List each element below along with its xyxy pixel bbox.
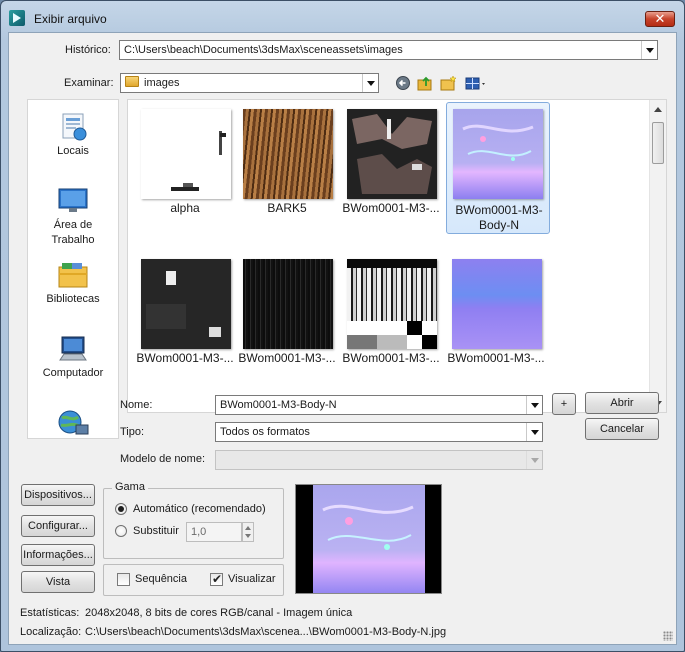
view-menu-icon[interactable] <box>465 75 489 91</box>
thumbnail-image <box>243 109 333 199</box>
name-pattern-label: Modelo de nome: <box>120 453 205 465</box>
location-label: Localização: <box>20 626 82 638</box>
place-label: Computador <box>42 367 104 379</box>
history-path: C:\Users\beach\Documents\3dsMax\sceneass… <box>124 44 403 56</box>
thumbnail-image <box>347 259 437 349</box>
file-tile-alpha[interactable]: alpha <box>133 100 237 232</box>
preview-label: Visualizar <box>228 573 276 585</box>
file-tile-bwom-5[interactable]: BWom0001-M3-... <box>444 250 548 382</box>
sequence-checkbox[interactable] <box>117 573 130 586</box>
new-folder-icon[interactable] <box>440 75 458 91</box>
browse-dropdown-arrow-icon[interactable] <box>362 74 378 92</box>
file-caption: BWom0001-M3-... <box>342 201 440 215</box>
browse-label: Examinar: <box>64 77 114 89</box>
desktop-icon <box>56 186 90 216</box>
place-label: Locais <box>57 145 89 157</box>
scroll-up-arrow-icon[interactable] <box>654 107 662 112</box>
gamma-group-title: Gama <box>112 481 148 493</box>
file-caption: BARK5 <box>267 201 307 215</box>
gamma-value-spinner-input[interactable]: 1,0 <box>186 522 242 542</box>
stats-value: 2048x2048, 8 bits de cores RGB/canal - I… <box>85 607 353 619</box>
filename-value: BWom0001-M3-Body-N <box>220 399 337 411</box>
setup-button[interactable]: Configurar... <box>21 515 95 537</box>
thumbnail-image <box>243 259 333 349</box>
file-caption: BWom0001-M3-... <box>238 351 336 365</box>
close-button[interactable]: ✕ <box>645 11 675 27</box>
file-tile-bwom-1[interactable]: BWom0001-M3-... <box>339 100 443 232</box>
gamma-override-label: Substituir <box>133 525 179 537</box>
open-button[interactable]: Abrir <box>585 392 659 414</box>
file-thumbnail-list[interactable]: alpha BARK5 BWom0001-M3-... BWom0001-M3-… <box>127 99 667 413</box>
browse-folder-combobox[interactable]: images <box>120 73 379 93</box>
folder-icon <box>125 76 139 87</box>
file-tile-bwom-body-n[interactable]: BWom0001-M3-Body-N <box>446 102 550 234</box>
place-desktop[interactable]: Área de Trabalho <box>28 186 118 248</box>
file-type-dropdown-arrow-icon[interactable] <box>526 423 542 441</box>
gamma-auto-label: Automático (recomendado) <box>133 503 266 515</box>
file-tile-bwom-4[interactable]: BWom0001-M3-... <box>339 250 443 382</box>
name-pattern-combobox <box>215 450 543 470</box>
location-value: C:\Users\beach\Documents\3dsMax\scenea..… <box>85 626 447 638</box>
gamma-auto-radio[interactable] <box>115 503 127 515</box>
up-folder-icon[interactable] <box>417 75 435 91</box>
thumbnail-image <box>141 109 231 199</box>
dialog-client-area: Histórico: C:\Users\beach\Documents\3dsM… <box>8 32 677 645</box>
file-caption: BWom0001-M3-... <box>447 351 545 365</box>
gamma-override-radio[interactable] <box>115 525 127 537</box>
thumbnail-image <box>141 259 231 349</box>
file-caption: BWom0001-M3-... <box>342 351 440 365</box>
devices-button[interactable]: Dispositivos... <box>21 484 95 506</box>
info-button[interactable]: Informações... <box>21 544 95 566</box>
preview-checkbox[interactable] <box>210 572 223 586</box>
filename-dropdown-arrow-icon[interactable] <box>526 396 542 414</box>
history-dropdown-arrow-icon[interactable] <box>641 41 657 59</box>
network-icon <box>56 408 90 438</box>
3dsmax-app-icon <box>9 10 25 26</box>
file-tile-bwom-2[interactable]: BWom0001-M3-... <box>133 250 237 382</box>
place-recent[interactable]: Locais <box>28 112 118 159</box>
file-tile-bwom-3[interactable]: BWom0001-M3-... <box>235 250 339 382</box>
filename-combobox[interactable]: BWom0001-M3-Body-N <box>215 395 543 415</box>
type-label: Tipo: <box>120 426 145 438</box>
place-label: Área de Trabalho <box>51 219 95 246</box>
cancel-button[interactable]: Cancelar <box>585 418 659 440</box>
sequence-label: Sequência <box>135 573 187 585</box>
place-libraries[interactable]: Bibliotecas <box>28 260 118 307</box>
name-label: Nome: <box>120 399 153 411</box>
name-pattern-dropdown-arrow-icon <box>526 451 542 469</box>
file-caption: BWom0001-M3-Body-N <box>455 203 543 232</box>
history-label: Histórico: <box>65 44 111 56</box>
libraries-icon <box>56 260 90 290</box>
back-icon[interactable] <box>395 75 413 91</box>
resize-grip-icon[interactable] <box>663 631 673 641</box>
file-caption: alpha <box>170 201 200 215</box>
add-name-button[interactable]: + <box>552 393 576 415</box>
thumbnail-image <box>452 259 542 349</box>
file-caption: BWom0001-M3-... <box>136 351 234 365</box>
image-preview <box>295 484 442 594</box>
history-combobox[interactable]: C:\Users\beach\Documents\3dsMax\sceneass… <box>119 40 658 60</box>
view-button[interactable]: Vista <box>21 571 95 593</box>
place-label: Bibliotecas <box>46 293 100 305</box>
recent-places-icon <box>56 112 90 142</box>
scrollbar-thumb[interactable] <box>652 122 664 164</box>
place-network[interactable] <box>28 408 118 440</box>
thumbnail-scrollbar[interactable] <box>649 100 666 412</box>
browse-folder-name: images <box>144 77 180 89</box>
places-bar: Locais Área de Trabalho Bibliotecas Comp… <box>27 99 119 439</box>
file-type-combobox[interactable]: Todos os formatos <box>215 422 543 442</box>
preview-image <box>313 485 425 593</box>
thumbnail-image <box>453 109 543 199</box>
stats-label: Estatísticas: <box>20 607 80 619</box>
computer-icon <box>56 334 90 364</box>
window-title: Exibir arquivo <box>34 12 107 26</box>
file-tile-bark5[interactable]: BARK5 <box>235 100 339 232</box>
place-computer[interactable]: Computador <box>28 334 118 381</box>
thumbnail-image <box>347 109 437 199</box>
file-type-value: Todos os formatos <box>220 426 310 438</box>
file-dialog-window: Exibir arquivo ✕ Histórico: C:\Users\bea… <box>0 0 685 652</box>
gamma-spinner-arrows-icon[interactable] <box>242 522 254 542</box>
title-bar[interactable]: Exibir arquivo ✕ <box>1 1 684 33</box>
